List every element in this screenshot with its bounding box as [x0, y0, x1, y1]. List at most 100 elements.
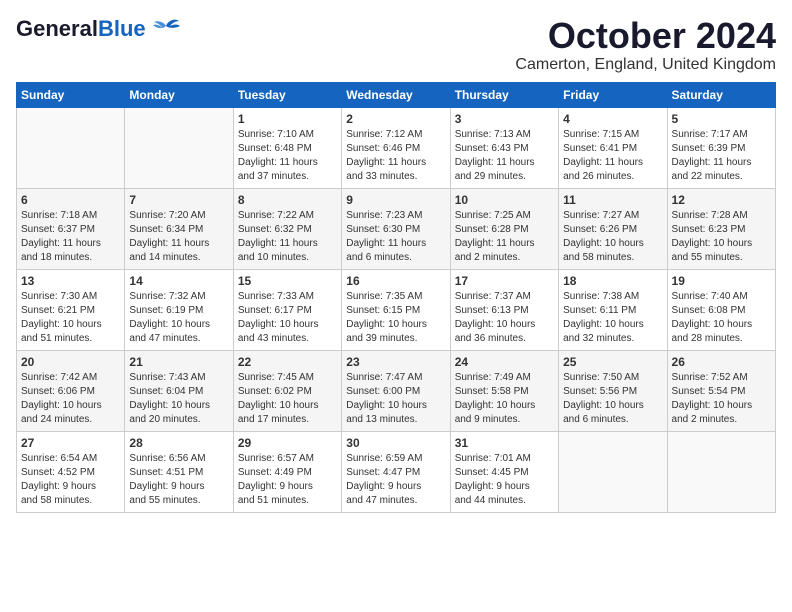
day-number: 7 — [129, 193, 228, 207]
day-info: Sunrise: 7:52 AM Sunset: 5:54 PM Dayligh… — [672, 371, 771, 427]
day-info: Sunrise: 7:23 AM Sunset: 6:30 PM Dayligh… — [346, 209, 445, 265]
day-number: 24 — [455, 355, 554, 369]
weekday-header-friday: Friday — [559, 82, 667, 107]
day-info: Sunrise: 7:40 AM Sunset: 6:08 PM Dayligh… — [672, 290, 771, 346]
day-number: 27 — [21, 436, 120, 450]
day-info: Sunrise: 7:35 AM Sunset: 6:15 PM Dayligh… — [346, 290, 445, 346]
day-number: 29 — [238, 436, 337, 450]
calendar-cell: 1 Sunrise: 7:10 AM Sunset: 6:48 PM Daylig… — [233, 107, 341, 188]
day-info: Sunrise: 7:17 AM Sunset: 6:39 PM Dayligh… — [672, 128, 771, 184]
day-info: Sunrise: 7:01 AM Sunset: 4:45 PM Dayligh… — [455, 452, 554, 508]
calendar-cell — [125, 107, 233, 188]
day-number: 14 — [129, 274, 228, 288]
day-number: 16 — [346, 274, 445, 288]
calendar-cell: 10Sunrise: 7:25 AM Sunset: 6:28 PM Dayli… — [450, 188, 558, 269]
weekday-header-sunday: Sunday — [17, 82, 125, 107]
day-number: 28 — [129, 436, 228, 450]
day-info: Sunrise: 7:37 AM Sunset: 6:13 PM Dayligh… — [455, 290, 554, 346]
day-number: 31 — [455, 436, 554, 450]
weekday-header-tuesday: Tuesday — [233, 82, 341, 107]
calendar-cell: 23 Sunrise: 7:47 AM Sunset: 6:00 PM Dayli… — [342, 350, 450, 431]
day-number: 4 — [563, 112, 662, 126]
day-number: 5 — [672, 112, 771, 126]
calendar-cell: 15 Sunrise: 7:33 AM Sunset: 6:17 PM Dayli… — [233, 269, 341, 350]
day-info: Sunrise: 6:56 AM Sunset: 4:51 PM Dayligh… — [129, 452, 228, 508]
weekday-header-saturday: Saturday — [667, 82, 775, 107]
calendar-cell: 3 Sunrise: 7:13 AM Sunset: 6:43 PM Daylig… — [450, 107, 558, 188]
calendar-cell: 14 Sunrise: 7:32 AM Sunset: 6:19 PM Dayli… — [125, 269, 233, 350]
logo: GeneralBlue — [16, 16, 180, 42]
day-info: Sunrise: 7:47 AM Sunset: 6:00 PM Dayligh… — [346, 371, 445, 427]
day-info: Sunrise: 7:33 AM Sunset: 6:17 PM Dayligh… — [238, 290, 337, 346]
calendar-cell: 19 Sunrise: 7:40 AM Sunset: 6:08 PM Dayli… — [667, 269, 775, 350]
calendar-cell: 22Sunrise: 7:45 AM Sunset: 6:02 PM Dayli… — [233, 350, 341, 431]
calendar-cell: 12 Sunrise: 7:28 AM Sunset: 6:23 PM Dayli… — [667, 188, 775, 269]
day-info: Sunrise: 7:15 AM Sunset: 6:41 PM Dayligh… — [563, 128, 662, 184]
calendar-week-row: 13Sunrise: 7:30 AM Sunset: 6:21 PM Dayli… — [17, 269, 776, 350]
calendar-cell: 27 Sunrise: 6:54 AM Sunset: 4:52 PM Dayli… — [17, 431, 125, 512]
calendar-cell: 26 Sunrise: 7:52 AM Sunset: 5:54 PM Dayli… — [667, 350, 775, 431]
day-number: 11 — [563, 193, 662, 207]
calendar-cell: 28 Sunrise: 6:56 AM Sunset: 4:51 PM Dayli… — [125, 431, 233, 512]
day-number: 15 — [238, 274, 337, 288]
day-number: 21 — [129, 355, 228, 369]
calendar-cell — [17, 107, 125, 188]
calendar-cell: 7Sunrise: 7:20 AM Sunset: 6:34 PM Daylig… — [125, 188, 233, 269]
day-info: Sunrise: 7:18 AM Sunset: 6:37 PM Dayligh… — [21, 209, 120, 265]
logo-bird-icon — [152, 16, 180, 42]
day-number: 25 — [563, 355, 662, 369]
calendar-cell: 6 Sunrise: 7:18 AM Sunset: 6:37 PM Daylig… — [17, 188, 125, 269]
logo-text: GeneralBlue — [16, 18, 146, 40]
day-info: Sunrise: 7:32 AM Sunset: 6:19 PM Dayligh… — [129, 290, 228, 346]
day-number: 2 — [346, 112, 445, 126]
day-info: Sunrise: 7:42 AM Sunset: 6:06 PM Dayligh… — [21, 371, 120, 427]
calendar-cell: 30Sunrise: 6:59 AM Sunset: 4:47 PM Dayli… — [342, 431, 450, 512]
location-title: Camerton, England, United Kingdom — [515, 56, 776, 74]
calendar-cell: 8Sunrise: 7:22 AM Sunset: 6:32 PM Daylig… — [233, 188, 341, 269]
day-number: 12 — [672, 193, 771, 207]
logo-blue: Blue — [98, 16, 146, 41]
day-info: Sunrise: 7:10 AM Sunset: 6:48 PM Dayligh… — [238, 128, 337, 184]
day-number: 23 — [346, 355, 445, 369]
day-number: 13 — [21, 274, 120, 288]
calendar-cell: 16 Sunrise: 7:35 AM Sunset: 6:15 PM Dayli… — [342, 269, 450, 350]
logo-general: General — [16, 16, 98, 41]
day-number: 26 — [672, 355, 771, 369]
calendar-cell: 21 Sunrise: 7:43 AM Sunset: 6:04 PM Dayli… — [125, 350, 233, 431]
day-info: Sunrise: 7:49 AM Sunset: 5:58 PM Dayligh… — [455, 371, 554, 427]
day-info: Sunrise: 7:43 AM Sunset: 6:04 PM Dayligh… — [129, 371, 228, 427]
calendar-cell: 11 Sunrise: 7:27 AM Sunset: 6:26 PM Dayli… — [559, 188, 667, 269]
day-info: Sunrise: 6:54 AM Sunset: 4:52 PM Dayligh… — [21, 452, 120, 508]
day-info: Sunrise: 7:12 AM Sunset: 6:46 PM Dayligh… — [346, 128, 445, 184]
calendar-cell: 2 Sunrise: 7:12 AM Sunset: 6:46 PM Daylig… — [342, 107, 450, 188]
calendar-cell: 13Sunrise: 7:30 AM Sunset: 6:21 PM Dayli… — [17, 269, 125, 350]
title-block: October 2024 Camerton, England, United K… — [515, 16, 776, 74]
calendar-week-row: 27 Sunrise: 6:54 AM Sunset: 4:52 PM Dayli… — [17, 431, 776, 512]
calendar-cell: 29Sunrise: 6:57 AM Sunset: 4:49 PM Dayli… — [233, 431, 341, 512]
day-info: Sunrise: 7:28 AM Sunset: 6:23 PM Dayligh… — [672, 209, 771, 265]
calendar-week-row: 6 Sunrise: 7:18 AM Sunset: 6:37 PM Daylig… — [17, 188, 776, 269]
calendar-cell: 9Sunrise: 7:23 AM Sunset: 6:30 PM Daylig… — [342, 188, 450, 269]
calendar-table: SundayMondayTuesdayWednesdayThursdayFrid… — [16, 82, 776, 513]
day-number: 1 — [238, 112, 337, 126]
day-number: 19 — [672, 274, 771, 288]
calendar-cell: 4 Sunrise: 7:15 AM Sunset: 6:41 PM Daylig… — [559, 107, 667, 188]
calendar-cell: 25Sunrise: 7:50 AM Sunset: 5:56 PM Dayli… — [559, 350, 667, 431]
weekday-header-thursday: Thursday — [450, 82, 558, 107]
month-title: October 2024 — [515, 16, 776, 56]
day-info: Sunrise: 7:22 AM Sunset: 6:32 PM Dayligh… — [238, 209, 337, 265]
day-number: 3 — [455, 112, 554, 126]
calendar-cell: 31 Sunrise: 7:01 AM Sunset: 4:45 PM Dayli… — [450, 431, 558, 512]
day-number: 6 — [21, 193, 120, 207]
day-info: Sunrise: 7:45 AM Sunset: 6:02 PM Dayligh… — [238, 371, 337, 427]
day-info: Sunrise: 7:25 AM Sunset: 6:28 PM Dayligh… — [455, 209, 554, 265]
page-header: GeneralBlue October 2024 Camerton, Engla… — [16, 16, 776, 74]
day-number: 20 — [21, 355, 120, 369]
weekday-header-monday: Monday — [125, 82, 233, 107]
day-info: Sunrise: 6:59 AM Sunset: 4:47 PM Dayligh… — [346, 452, 445, 508]
calendar-cell: 17Sunrise: 7:37 AM Sunset: 6:13 PM Dayli… — [450, 269, 558, 350]
calendar-cell — [559, 431, 667, 512]
day-number: 18 — [563, 274, 662, 288]
day-info: Sunrise: 7:13 AM Sunset: 6:43 PM Dayligh… — [455, 128, 554, 184]
day-info: Sunrise: 7:27 AM Sunset: 6:26 PM Dayligh… — [563, 209, 662, 265]
